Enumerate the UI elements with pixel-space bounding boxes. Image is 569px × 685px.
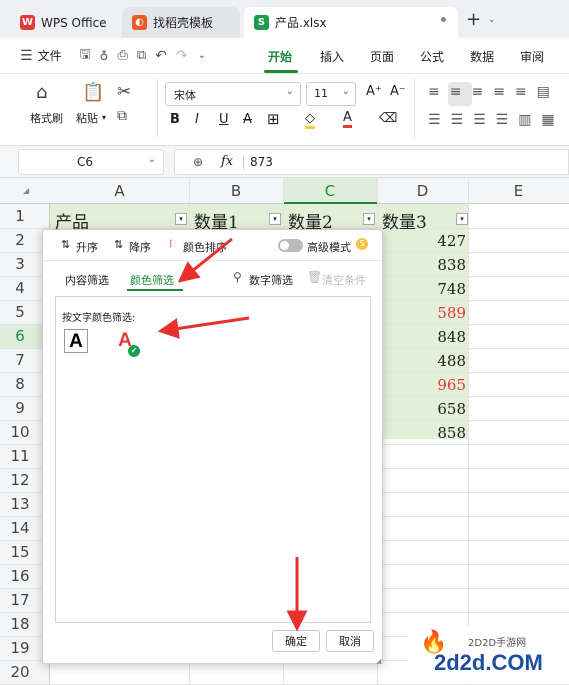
watermark-domain: 2d2d.COM [434,650,543,675]
watermark: 🔥 2D2D手游网 2d2d.COM [408,626,569,684]
arrow-to-font-color-section [157,316,250,339]
watermark-site-name: 2D2D手游网 [468,638,527,649]
arrow-to-color-filter-tab [177,237,233,283]
annotation-arrows [157,237,308,632]
